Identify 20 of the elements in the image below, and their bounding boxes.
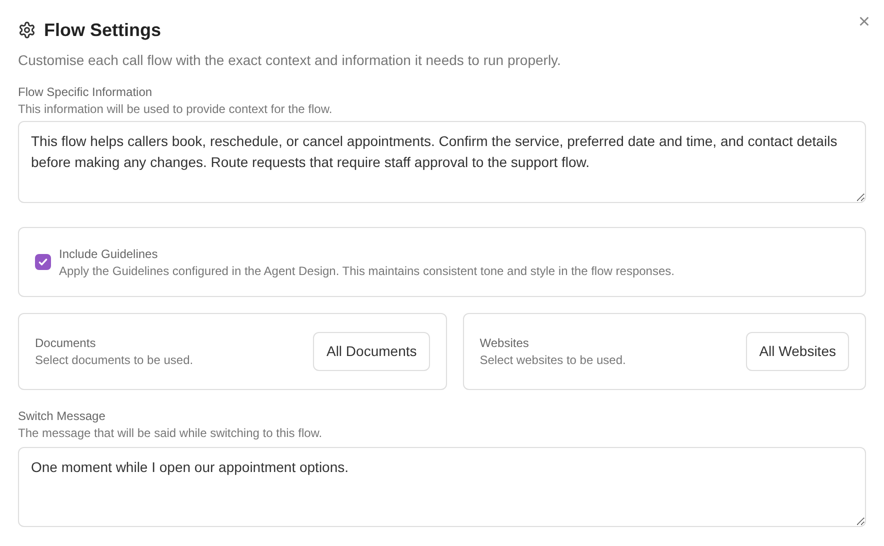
field-label: Flow Specific Information — [18, 85, 152, 99]
source-label: Websites — [480, 335, 530, 351]
source-help-text: Select documents to be used. — [35, 353, 194, 368]
source-help-text: Select websites to be used. — [480, 353, 626, 368]
field-help-text: This information will be used to provide context for the flow. — [18, 102, 334, 117]
field-help-text: The message that will be said while switching to this flow. — [18, 426, 324, 441]
source-label: Documents — [35, 335, 97, 351]
switch-message-field[interactable]: One moment while I open our appointment options. — [18, 447, 866, 527]
close-button[interactable]: × — [858, 12, 870, 32]
field-label: Switch Message — [18, 409, 106, 423]
checkmark-icon — [38, 257, 48, 267]
settings-icon — [18, 21, 36, 39]
flow-info-field[interactable]: This flow helps callers book, reschedule, or cancel appointments. Confirm the service, preferred date and time, and contact details before making any changes. Route requests that require staff approval to the support flow. — [18, 121, 866, 203]
dialog-subtitle: Customise each call flow with the exact context and information it needs to run properly. — [18, 51, 562, 70]
dialog-title: Flow Settings — [44, 19, 161, 42]
source-select-button[interactable]: All Documents — [313, 332, 430, 371]
checkbox-label: Include Guidelines — [59, 246, 159, 262]
source-select-button[interactable]: All Websites — [746, 332, 849, 371]
checkbox-help-text: Apply the Guidelines configured in the Agent Design. This maintains consistent tone and style in the flow responses. — [59, 264, 674, 278]
checkbox[interactable] — [35, 254, 51, 270]
